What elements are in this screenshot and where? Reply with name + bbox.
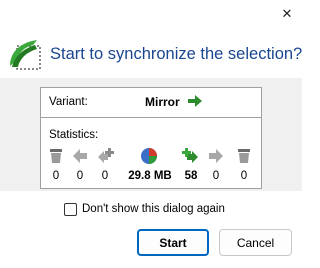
statistics-label: Statistics: (49, 129, 99, 141)
dont-show-again-label: Don't show this dialog again (82, 203, 225, 215)
content-area: Variant: Mirror Statistics: 0 0 0 29.8 M… (0, 78, 302, 191)
stat-left-delete-value: 0 (52, 170, 60, 182)
left-update-icon (73, 149, 87, 163)
cancel-button[interactable]: Cancel (219, 229, 292, 256)
dialog-title: Start to synchronize the selection? (50, 45, 303, 63)
stat-left-update-value: 0 (76, 170, 84, 182)
summary-panel: Variant: Mirror Statistics: 0 0 0 29.8 M… (40, 87, 262, 189)
right-create-icon (182, 148, 198, 163)
separator (41, 117, 261, 118)
left-delete-icon (50, 149, 62, 163)
stat-data-value: 29.8 MB (128, 170, 172, 182)
stat-left-create-value: 0 (101, 170, 109, 182)
start-button[interactable]: Start (137, 229, 209, 256)
stat-right-create-value: 58 (184, 170, 198, 182)
stat-right-delete-value: 0 (240, 170, 248, 182)
dont-show-again-option[interactable]: Don't show this dialog again (64, 201, 225, 217)
sync-logo-icon (10, 40, 41, 70)
right-delete-icon (238, 149, 250, 163)
stat-right-update-value: 0 (212, 170, 220, 182)
right-update-icon (209, 149, 223, 163)
left-create-icon (98, 148, 114, 163)
dont-show-again-checkbox[interactable] (64, 202, 77, 216)
green-right-arrow-icon (188, 95, 202, 107)
close-button[interactable]: ✕ (275, 2, 299, 26)
dialog-header: Start to synchronize the selection? (0, 28, 302, 78)
variant-value: Mirror (145, 95, 180, 109)
data-pie-icon (141, 148, 157, 164)
close-icon: ✕ (281, 6, 293, 21)
variant-label: Variant: (49, 96, 88, 108)
